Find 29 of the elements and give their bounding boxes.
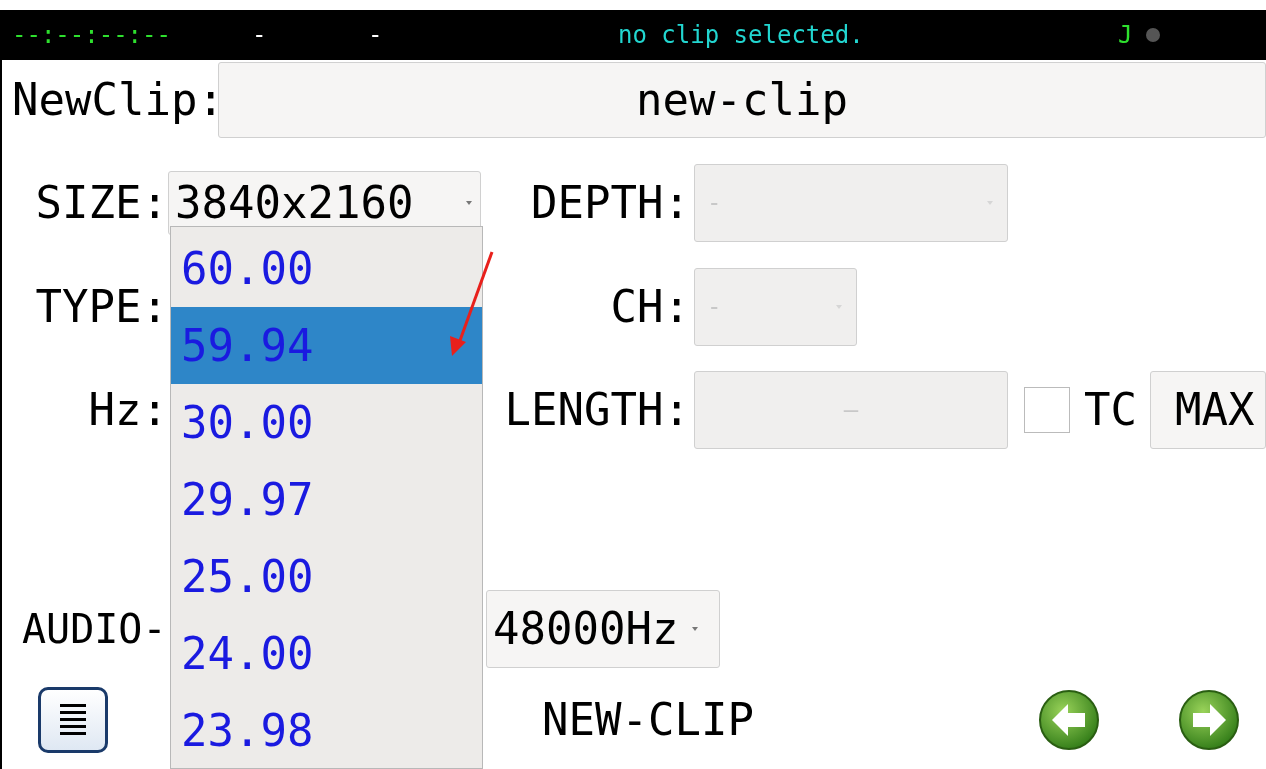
type-label: TYPE: xyxy=(34,284,168,329)
depth-label: DEPTH: xyxy=(530,180,690,225)
timecode: --:--:--:-- xyxy=(12,23,172,47)
status-message: no clip selected. xyxy=(618,23,865,47)
ch-label: CH: xyxy=(609,284,690,329)
caret-icon xyxy=(985,199,995,206)
caret-icon xyxy=(690,626,701,632)
hz-label: Hz: xyxy=(87,387,168,432)
page-title: NEW-CLIP xyxy=(542,697,755,742)
dropdown-option[interactable]: 25.00 xyxy=(171,538,482,615)
indicator-letter: J xyxy=(1118,23,1133,47)
caret-icon xyxy=(834,303,844,310)
tc-label: TC xyxy=(1084,387,1138,432)
dropdown-option[interactable]: 23.98 xyxy=(171,692,482,769)
status-field: - xyxy=(252,23,368,47)
menu-icon[interactable] xyxy=(38,686,108,753)
max-button[interactable]: MAX xyxy=(1150,370,1266,449)
audio-label: AUDIO- xyxy=(22,609,168,649)
dropdown-option[interactable]: 24.00 xyxy=(171,615,482,692)
caret-icon xyxy=(464,199,474,206)
dropdown-option[interactable]: 29.97 xyxy=(171,461,482,538)
name-label: NewClip: xyxy=(12,78,218,122)
status-field: - xyxy=(368,23,618,47)
name-field[interactable]: new-clip xyxy=(218,62,1266,138)
size-label: SIZE: xyxy=(34,180,168,225)
dropdown-option[interactable]: 30.00 xyxy=(171,384,482,461)
audio-rate-dropdown[interactable]: 48000Hz xyxy=(486,590,720,668)
length-label: LENGTH: xyxy=(503,387,690,432)
tc-checkbox[interactable] xyxy=(1024,386,1070,433)
